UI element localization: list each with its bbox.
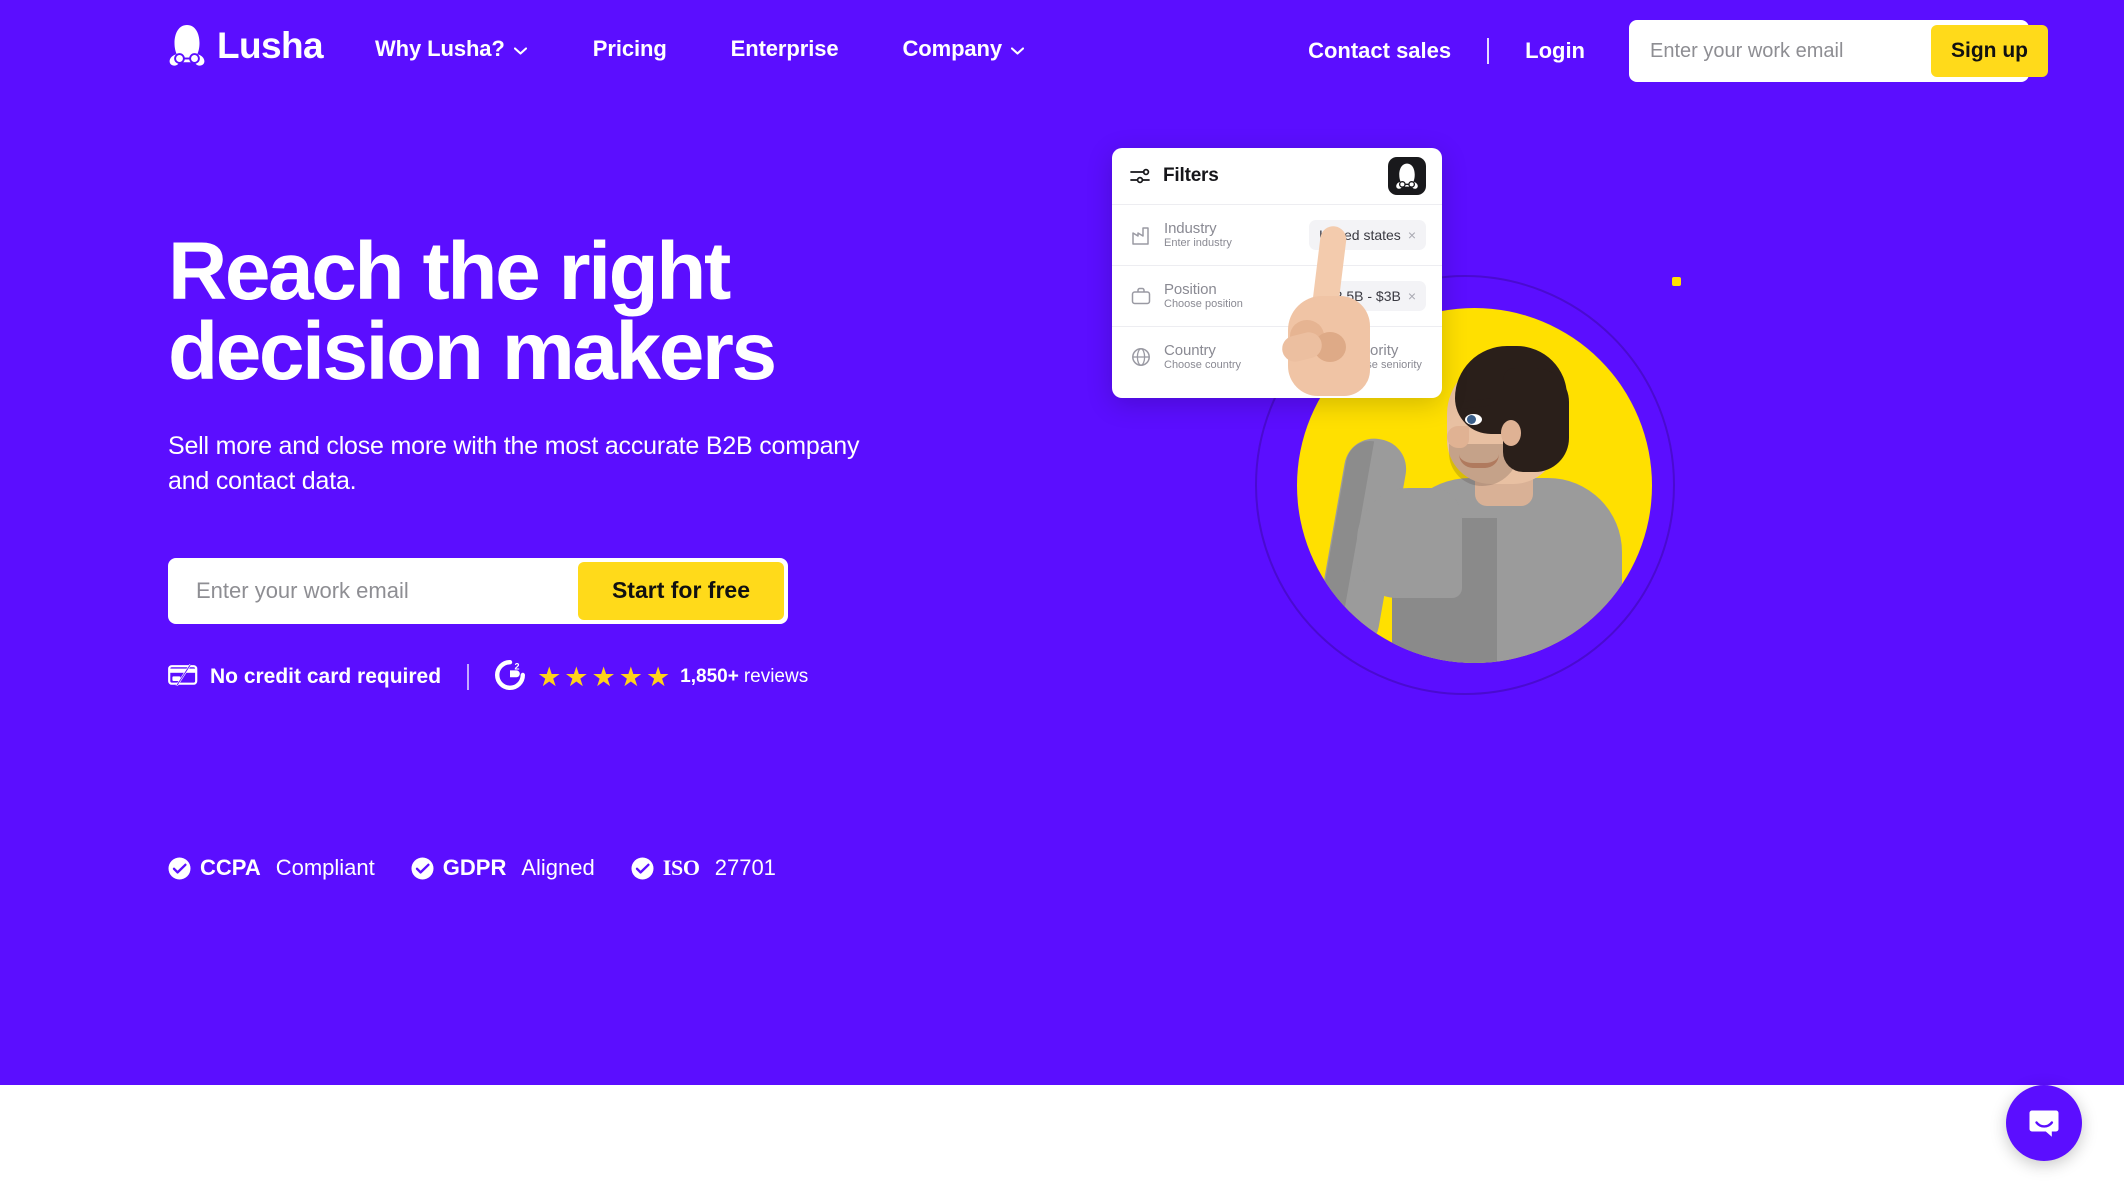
filter-row-subtitle: Enter industry	[1164, 237, 1232, 250]
person-ear	[1501, 420, 1521, 446]
nav-item-why-lusha[interactable]: Why Lusha?	[375, 30, 527, 68]
compliance-name: GDPR	[442, 855, 507, 880]
star-rating: ★ ★ ★ ★ ★	[537, 661, 671, 692]
no-credit-card-icon	[168, 663, 198, 691]
filters-card-header-left: Filters	[1130, 165, 1219, 187]
filter-row-title: Industry	[1164, 219, 1217, 237]
lusha-mascot-icon	[1388, 157, 1426, 195]
hero-subtitle: Sell more and close more with the most a…	[168, 431, 860, 496]
filter-sliders-icon	[1130, 167, 1150, 185]
chevron-down-icon	[513, 47, 527, 55]
svg-text:2: 2	[515, 661, 520, 671]
close-icon[interactable]: ×	[1408, 289, 1416, 303]
nav-item-label: Pricing	[592, 36, 667, 61]
compliance-status: 27701	[714, 855, 776, 880]
person-nose	[1447, 426, 1469, 448]
header-email-input[interactable]	[1634, 25, 1931, 77]
nav-item-label: Company	[902, 36, 1003, 61]
person-pupil	[1467, 415, 1476, 424]
hero-content: Reach the right decision makers Sell mor…	[168, 231, 928, 695]
factory-icon	[1130, 224, 1152, 246]
header-actions: Contact sales Login Sign up	[1308, 20, 2048, 82]
hero-title-line-2: decision makers	[168, 306, 777, 398]
hero-title-line-1: Reach the right	[168, 226, 731, 317]
g2-logo-icon: 2	[495, 659, 526, 695]
chevron-down-icon	[1011, 47, 1025, 55]
trust-row: No credit card required 2 ★ ★ ★ ★ ★ 1,85…	[168, 659, 928, 695]
check-circle-icon	[168, 857, 191, 880]
compliance-name: ISO	[662, 855, 700, 880]
hero-email-input[interactable]	[172, 561, 578, 620]
filter-row-subtitle: Choose position	[1164, 298, 1243, 311]
header-divider	[1487, 38, 1490, 64]
compliance-badges: CCPA Compliant GDPR Aligned ISO 27701	[168, 855, 812, 881]
page-title: Reach the right decision makers	[168, 231, 928, 393]
star-icon: ★	[645, 661, 671, 692]
check-circle-icon	[631, 857, 654, 880]
filter-row-title: Position	[1164, 280, 1217, 298]
filters-card-title: Filters	[1163, 165, 1219, 186]
compliance-status: Aligned	[521, 855, 595, 880]
login-link[interactable]: Login	[1525, 38, 1585, 64]
nav-item-label: Why Lusha?	[375, 36, 505, 61]
compliance-badge-iso: ISO 27701	[631, 855, 776, 881]
contact-sales-link[interactable]: Contact sales	[1308, 38, 1451, 64]
pointing-hand	[1270, 222, 1400, 422]
compliance-name: CCPA	[200, 855, 261, 880]
briefcase-icon	[1130, 285, 1152, 307]
lusha-logo[interactable]: Lusha	[168, 24, 324, 66]
site-header: Lusha Why Lusha? Pricing Enterprise Comp…	[0, 0, 2124, 100]
chat-bubble-smile-icon	[2027, 1106, 2061, 1140]
nav-item-pricing[interactable]: Pricing	[593, 30, 667, 68]
main-nav: Why Lusha? Pricing Enterprise Company	[375, 30, 1025, 68]
hero-section: Lusha Why Lusha? Pricing Enterprise Comp…	[0, 0, 2124, 1085]
star-icon: ★	[591, 661, 616, 692]
filter-row-labels: Industry Enter industry	[1164, 220, 1276, 250]
filter-row-labels: Position Choose position	[1164, 281, 1276, 311]
page-root: Lusha Why Lusha? Pricing Enterprise Comp…	[0, 0, 2124, 1189]
trust-divider	[467, 664, 470, 691]
lusha-mascot-icon	[168, 24, 206, 66]
filter-row-labels: Country Choose country	[1164, 342, 1276, 372]
star-icon: ★	[618, 661, 643, 692]
chat-launcher-button[interactable]	[2006, 1085, 2082, 1161]
no-credit-card-label: No credit card required	[210, 665, 442, 689]
nav-item-enterprise[interactable]: Enterprise	[731, 30, 839, 68]
star-icon: ★	[537, 661, 562, 692]
no-credit-card-badge: No credit card required	[168, 663, 442, 691]
decorative-dot	[1672, 277, 1681, 286]
person-shoulder	[1357, 488, 1462, 598]
compliance-badge-ccpa: CCPA Compliant	[168, 855, 375, 881]
globe-icon	[1130, 346, 1152, 368]
check-circle-icon	[411, 857, 434, 880]
hero-signup-form: Start for free	[168, 557, 788, 624]
reviews-label: reviews	[743, 666, 809, 688]
filter-row-subtitle: Choose country	[1164, 359, 1242, 372]
close-icon[interactable]: ×	[1408, 228, 1416, 242]
header-signup-form: Sign up	[1629, 20, 2048, 82]
lusha-wordmark: Lusha	[217, 24, 324, 66]
start-for-free-button[interactable]: Start for free	[577, 561, 784, 620]
filters-card-header: Filters	[1112, 148, 1442, 204]
compliance-badge-gdpr: GDPR Aligned	[411, 855, 595, 881]
signup-button[interactable]: Sign up	[1931, 25, 2048, 77]
reviews-count: 1,850+	[680, 666, 739, 688]
compliance-status: Compliant	[275, 855, 375, 880]
filter-row-title: Country	[1164, 341, 1216, 359]
nav-item-label: Enterprise	[730, 36, 839, 61]
star-icon: ★	[564, 661, 589, 692]
nav-item-company[interactable]: Company	[902, 30, 1025, 68]
